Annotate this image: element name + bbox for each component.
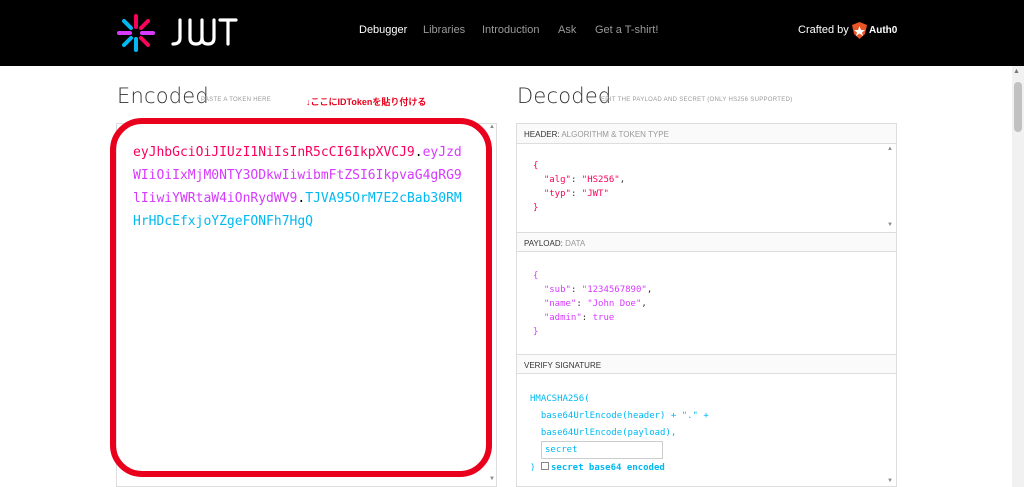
verify-signature-code: HMACSHA256( base64UrlEncode(header) + ".… [530, 391, 709, 442]
base64-checkbox-label: secret base64 encoded [551, 463, 665, 473]
json-key: "alg" [543, 175, 571, 185]
scroll-down-arrow-icon[interactable]: ▼ [887, 478, 893, 484]
json-key: "sub" [543, 285, 571, 295]
page-scrollbar-thumb[interactable] [1014, 82, 1022, 132]
verify-line: HMACSHA256( [530, 394, 590, 404]
nav-ask[interactable]: Ask [558, 24, 576, 36]
json-key: "admin" [543, 313, 582, 323]
encoded-title: Encoded [117, 84, 209, 108]
header-json-editor[interactable]: { "alg": "HS256", "typ": "JWT" } [533, 159, 625, 215]
verify-line: base64UrlEncode(header) + "." + [540, 411, 709, 421]
secret-input[interactable]: secret [541, 441, 663, 459]
json-value: "John Doe" [587, 299, 642, 309]
header-section-label: HEADER: ALGORITHM & TOKEN TYPE [517, 124, 896, 144]
json-key: "name" [543, 299, 577, 309]
decoded-subtitle: EDIT THE PAYLOAD AND SECRET (ONLY HS256 … [601, 97, 793, 103]
verify-scrollbar[interactable]: ▼ [886, 376, 894, 486]
encoded-scrollbar[interactable]: ▲ ▼ [488, 124, 496, 484]
auth0-link[interactable]: Auth0 [869, 25, 897, 36]
paste-annotation: ↓ここにIDTokenを貼り付ける [306, 97, 427, 107]
verify-close-paren: ) [530, 463, 536, 473]
scroll-up-arrow-icon[interactable]: ▲ [887, 146, 893, 152]
nav-tshirt[interactable]: Get a T-shirt! [595, 24, 658, 36]
json-brace: } [533, 327, 539, 337]
nav-libraries[interactable]: Libraries [423, 24, 465, 36]
json-value: "1234567890" [581, 285, 647, 295]
encoded-token: eyJhbGciOiJIUzI1NiIsInR5cCI6IkpXVCJ9.eyJ… [133, 141, 463, 233]
verify-line: base64UrlEncode(payload), [540, 428, 677, 438]
json-brace: { [533, 161, 539, 171]
token-header-part: eyJhbGciOiJIUzI1NiIsInR5cCI6IkpXVCJ9 [133, 145, 415, 160]
header-scrollbar[interactable]: ▲ ▼ [886, 146, 894, 230]
verify-section-label: VERIFY SIGNATURE [517, 354, 896, 374]
jwt-wordmark[interactable] [168, 14, 238, 50]
scroll-down-arrow-icon[interactable]: ▼ [489, 476, 495, 482]
base64-checkbox[interactable] [541, 462, 549, 470]
scroll-up-arrow-icon[interactable]: ▲ [1013, 68, 1020, 75]
nav-debugger[interactable]: Debugger [359, 24, 407, 36]
scroll-up-arrow-icon[interactable]: ▲ [489, 124, 495, 130]
token-dot: . [414, 145, 423, 160]
nav-introduction[interactable]: Introduction [482, 24, 539, 36]
payload-json-editor[interactable]: { "sub": "1234567890", "name": "John Doe… [533, 269, 652, 339]
json-key: "typ" [543, 189, 571, 199]
json-value: true [592, 313, 615, 323]
scroll-down-arrow-icon[interactable]: ▼ [887, 222, 893, 228]
payload-label: PAYLOAD: [524, 239, 563, 248]
encoded-subtitle: PASTE A TOKEN HERE [201, 97, 272, 103]
jwt-logo-icon[interactable] [116, 13, 156, 53]
crafted-by-label: Crafted by [798, 24, 849, 36]
payload-sublabel: DATA [565, 239, 586, 248]
json-value: "HS256" [581, 175, 620, 185]
json-brace: { [533, 271, 539, 281]
json-value: "JWT" [581, 189, 609, 199]
verify-label: VERIFY SIGNATURE [524, 361, 602, 370]
header-label: HEADER: [524, 130, 560, 139]
json-brace: } [533, 203, 539, 213]
payload-section-label: PAYLOAD: DATA [517, 232, 896, 252]
decoded-title: Decoded [517, 84, 612, 108]
auth0-shield-icon[interactable] [852, 22, 867, 39]
top-navbar: Debugger Libraries Introduction Ask Get … [0, 0, 1024, 66]
header-sublabel: ALGORITHM & TOKEN TYPE [561, 130, 669, 139]
